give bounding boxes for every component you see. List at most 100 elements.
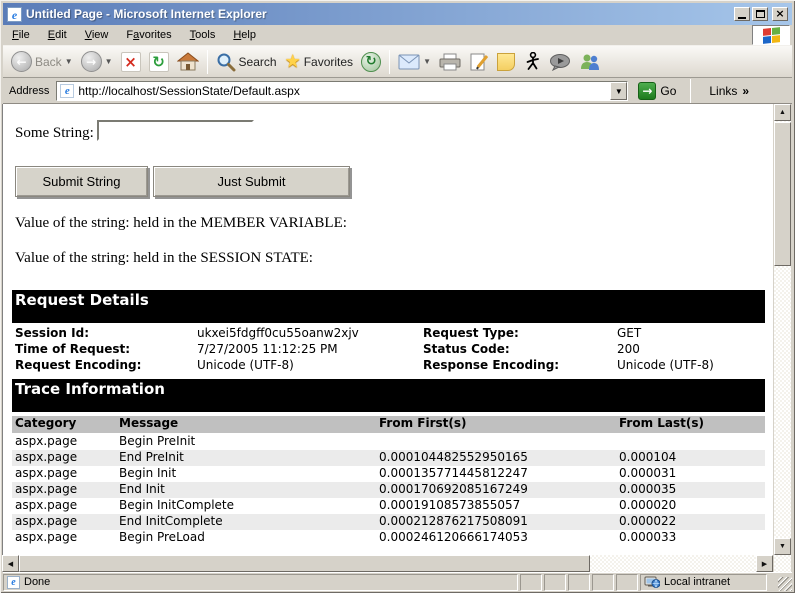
vertical-scroll-thumb[interactable] [774,122,791,266]
scroll-up-button[interactable]: ▲ [774,104,791,121]
stop-icon: × [121,52,141,72]
status-panel [568,574,590,591]
table-row: aspx.page Begin InitComplete 0.000191085… [12,498,765,514]
favorites-star-icon: ★ [285,51,301,72]
back-button[interactable]: ← Back ▼ [7,48,77,76]
session-state-line: Value of the string: held in the SESSION… [15,250,313,267]
submit-string-button[interactable]: Submit String [15,166,148,197]
mail-dropdown-icon[interactable]: ▼ [423,57,431,66]
stop-button[interactable]: × [117,48,145,76]
table-row: aspx.page Begin PreInit [12,434,765,450]
request-details-header: Request Details [12,290,765,323]
table-row: aspx.page End Init 0.000170692085167249 … [12,482,765,498]
toolbar-separator [207,50,208,74]
history-button[interactable]: ↻ [357,48,385,76]
edit-button[interactable] [465,48,493,76]
forward-dropdown-icon[interactable]: ▼ [105,57,113,66]
addressbar-separator [690,79,691,103]
title-bar[interactable]: e Untitled Page - Microsoft Internet Exp… [3,3,792,25]
search-button[interactable]: Search [212,48,281,76]
scroll-up-icon: ▲ [779,109,786,116]
ie-logo-icon: e [7,7,22,22]
menu-view[interactable]: View [76,26,118,44]
close-button[interactable]: × [772,7,788,21]
minimize-button[interactable] [734,7,750,21]
toolbar: ← Back ▼ → ▼ × ↻ Search [3,46,792,78]
print-icon [439,53,461,71]
scroll-left-button[interactable]: ◀ [2,555,19,572]
search-icon [216,52,236,72]
address-input[interactable]: e http://localhost/SessionState/Default.… [56,81,628,101]
note-icon [497,53,515,71]
status-text: Done [24,576,50,588]
scrollbar-corner [774,555,791,572]
status-panel [592,574,614,591]
status-bar: e Done Local intranet [3,572,792,591]
address-label: Address [3,85,56,97]
table-row: Time of Request: 7/27/2005 11:12:25 PM S… [3,342,773,358]
print-button[interactable] [435,48,465,76]
table-row: aspx.page Begin PreLoad 0.00024612066617… [12,530,765,546]
back-dropdown-icon[interactable]: ▼ [65,57,73,66]
toolbar-separator [389,50,390,74]
home-icon [177,52,199,72]
mail-button[interactable]: ▼ [394,48,435,76]
scroll-left-icon: ◀ [8,560,13,568]
links-button[interactable]: Links » [709,84,749,98]
scroll-down-icon: ▼ [779,543,786,550]
scroll-down-button[interactable]: ▼ [774,538,791,555]
member-variable-line: Value of the string: held in the MEMBER … [15,215,347,232]
messenger-button[interactable] [519,48,545,76]
table-row: aspx.page Begin Init 0.00013577144581224… [12,466,765,482]
menu-file[interactable]: File [3,26,39,44]
menu-help[interactable]: Help [224,26,265,44]
menu-favorites[interactable]: Favorites [117,26,180,44]
forward-button[interactable]: → ▼ [77,48,117,76]
favorites-label: Favorites [304,55,353,69]
close-icon: × [775,9,784,19]
column-header: Message [119,416,178,430]
trace-information-header: Trace Information [12,379,765,412]
scroll-right-button[interactable]: ▶ [756,555,773,572]
status-panel [520,574,542,591]
speech-bubble-icon [549,53,571,71]
notes-button[interactable] [493,48,519,76]
table-row: aspx.page End InitComplete 0.00021287621… [12,514,765,530]
browser-window: e Untitled Page - Microsoft Internet Exp… [0,0,795,593]
refresh-button[interactable]: ↻ [145,48,173,76]
history-icon: ↻ [361,52,381,72]
status-panel [616,574,638,591]
maximize-icon [756,10,765,18]
vertical-scrollbar[interactable]: ▲ ▼ [774,104,791,555]
chevron-right-icon: » [742,84,749,98]
people-icon [579,52,601,72]
go-arrow-icon: → [638,82,656,100]
resize-grip[interactable] [778,577,792,591]
some-string-input[interactable] [97,120,254,141]
horizontal-scrollbar[interactable]: ◀ ▶ [2,555,773,572]
address-dropdown-icon[interactable]: ▼ [610,82,627,100]
menu-tools[interactable]: Tools [181,26,225,44]
home-button[interactable] [173,48,203,76]
address-url: http://localhost/SessionState/Default.as… [78,84,299,98]
msn-button[interactable] [575,48,605,76]
discuss-button[interactable] [545,48,575,76]
horizontal-scroll-thumb[interactable] [19,555,590,572]
just-submit-button[interactable]: Just Submit [153,166,350,197]
go-button[interactable]: → Go [634,81,680,101]
page-favicon: e [60,84,74,98]
security-zone-panel: Local intranet [640,574,767,591]
back-label: Back [35,55,62,69]
running-man-icon [523,52,541,72]
back-icon: ← [11,51,32,72]
favorites-button[interactable]: ★ Favorites [281,48,358,76]
column-header: From First(s) [379,416,467,430]
go-label: Go [660,84,676,98]
edit-icon [469,52,489,72]
table-row: Session Id: ukxei5fdgff0cu55oanw2xjv Req… [3,326,773,342]
scroll-right-icon: ▶ [762,560,767,568]
maximize-button[interactable] [752,7,768,21]
address-bar: Address e http://localhost/SessionState/… [3,79,792,104]
local-intranet-icon [644,575,660,589]
menu-edit[interactable]: Edit [39,26,76,44]
